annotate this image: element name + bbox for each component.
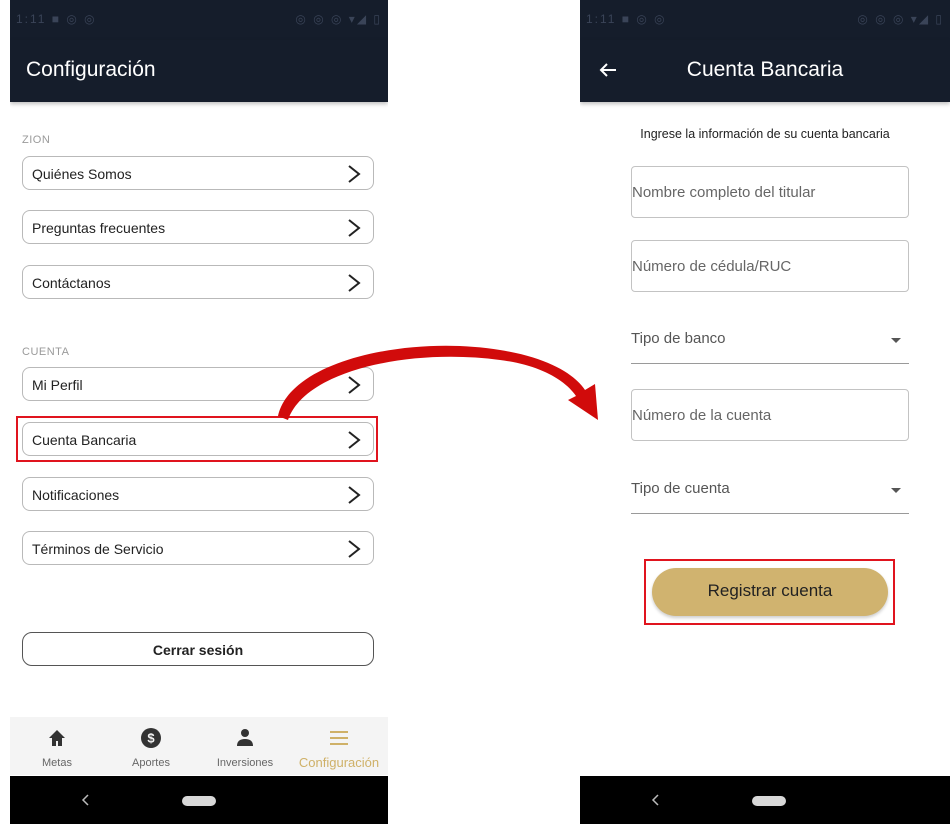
- select-placeholder: Tipo de banco: [631, 330, 726, 347]
- logout-button[interactable]: Cerrar sesión: [22, 632, 374, 666]
- nav-label: Configuración: [298, 755, 380, 770]
- menu-item-label: Mi Perfil: [32, 377, 83, 393]
- account-number-field[interactable]: Número de la cuenta: [631, 389, 909, 441]
- chevron-right-icon: [348, 540, 361, 558]
- menu-item-quienes-somos[interactable]: Quiénes Somos: [22, 156, 374, 190]
- person-icon: [237, 729, 253, 746]
- highlight-box-register-button: [644, 559, 895, 625]
- system-back-icon[interactable]: [650, 794, 662, 806]
- menu-icon: [330, 731, 348, 745]
- dropdown-arrow-icon: [891, 488, 901, 493]
- nav-item-aportes[interactable]: $ Aportes: [104, 717, 198, 775]
- menu-item-label: Términos de Servicio: [32, 541, 164, 557]
- status-icons: ◎ ◎ ◎ ▾◢ ▯: [295, 12, 382, 26]
- field-placeholder: Número de la cuenta: [632, 407, 772, 424]
- menu-item-label: Preguntas frecuentes: [32, 220, 166, 236]
- menu-item-label: Quiénes Somos: [32, 166, 132, 182]
- bank-account-screen: 1:11 ■ ◎ ◎ ◎ ◎ ◎ ▾◢ ▯ Cuenta Bancaria In…: [580, 0, 950, 824]
- app-bar: Cuenta Bancaria: [580, 40, 950, 102]
- system-back-icon[interactable]: [80, 794, 92, 806]
- menu-item-preguntas-frecuentes[interactable]: Preguntas frecuentes: [22, 210, 374, 244]
- page-title: Cuenta Bancaria: [686, 58, 844, 81]
- menu-item-terminos-servicio[interactable]: Términos de Servicio: [22, 531, 374, 565]
- logout-label: Cerrar sesión: [152, 642, 244, 658]
- nav-label: Aportes: [132, 757, 170, 769]
- select-placeholder: Tipo de cuenta: [631, 480, 730, 497]
- app-bar: Configuración: [10, 40, 388, 102]
- system-home-button[interactable]: [182, 796, 216, 806]
- menu-item-label: Contáctanos: [32, 275, 111, 291]
- system-nav-bar: [580, 776, 950, 824]
- account-type-select[interactable]: Tipo de cuenta: [631, 476, 909, 514]
- holder-name-field[interactable]: Nombre completo del titular: [631, 166, 909, 218]
- id-number-field[interactable]: Número de cédula/RUC: [631, 240, 909, 292]
- status-bar: 1:11 ■ ◎ ◎ ◎ ◎ ◎ ▾◢ ▯: [10, 0, 388, 40]
- nav-item-inversiones[interactable]: Inversiones: [198, 717, 292, 775]
- nav-item-configuracion[interactable]: Configuración: [292, 717, 386, 775]
- field-placeholder: Número de cédula/RUC: [632, 258, 792, 275]
- menu-item-contactanos[interactable]: Contáctanos: [22, 265, 374, 299]
- annotation-arrow-icon: [278, 345, 598, 420]
- nav-label: Metas: [42, 757, 72, 769]
- home-icon: [49, 730, 65, 746]
- section-label-cuenta: CUENTA: [22, 346, 70, 358]
- system-nav-bar: [10, 776, 388, 824]
- dollar-icon: $: [141, 728, 161, 748]
- chevron-right-icon: [348, 219, 361, 237]
- chevron-right-icon: [348, 486, 361, 504]
- status-time: 1:11 ■ ◎ ◎: [586, 12, 667, 26]
- field-placeholder: Nombre completo del titular: [632, 184, 816, 201]
- menu-item-notificaciones[interactable]: Notificaciones: [22, 477, 374, 511]
- page-title: Configuración: [26, 58, 156, 81]
- status-bar: 1:11 ■ ◎ ◎ ◎ ◎ ◎ ▾◢ ▯: [580, 0, 950, 40]
- system-home-button[interactable]: [752, 796, 786, 806]
- nav-item-metas[interactable]: Metas: [10, 717, 104, 775]
- chevron-right-icon: [348, 274, 361, 292]
- status-time: 1:11 ■ ◎ ◎: [16, 12, 97, 26]
- svg-text:$: $: [147, 731, 155, 746]
- section-label-zion: ZION: [22, 134, 51, 146]
- intro-text: Ingrese la información de su cuenta banc…: [640, 127, 890, 141]
- nav-label: Inversiones: [216, 757, 274, 769]
- bottom-nav: Metas $ Aportes Inversiones Configuració…: [10, 717, 388, 775]
- status-icons: ◎ ◎ ◎ ▾◢ ▯: [857, 12, 944, 26]
- chevron-right-icon: [348, 165, 361, 183]
- menu-item-label: Notificaciones: [32, 487, 120, 503]
- bank-type-select[interactable]: Tipo de banco: [631, 326, 909, 364]
- dropdown-arrow-icon: [891, 338, 901, 343]
